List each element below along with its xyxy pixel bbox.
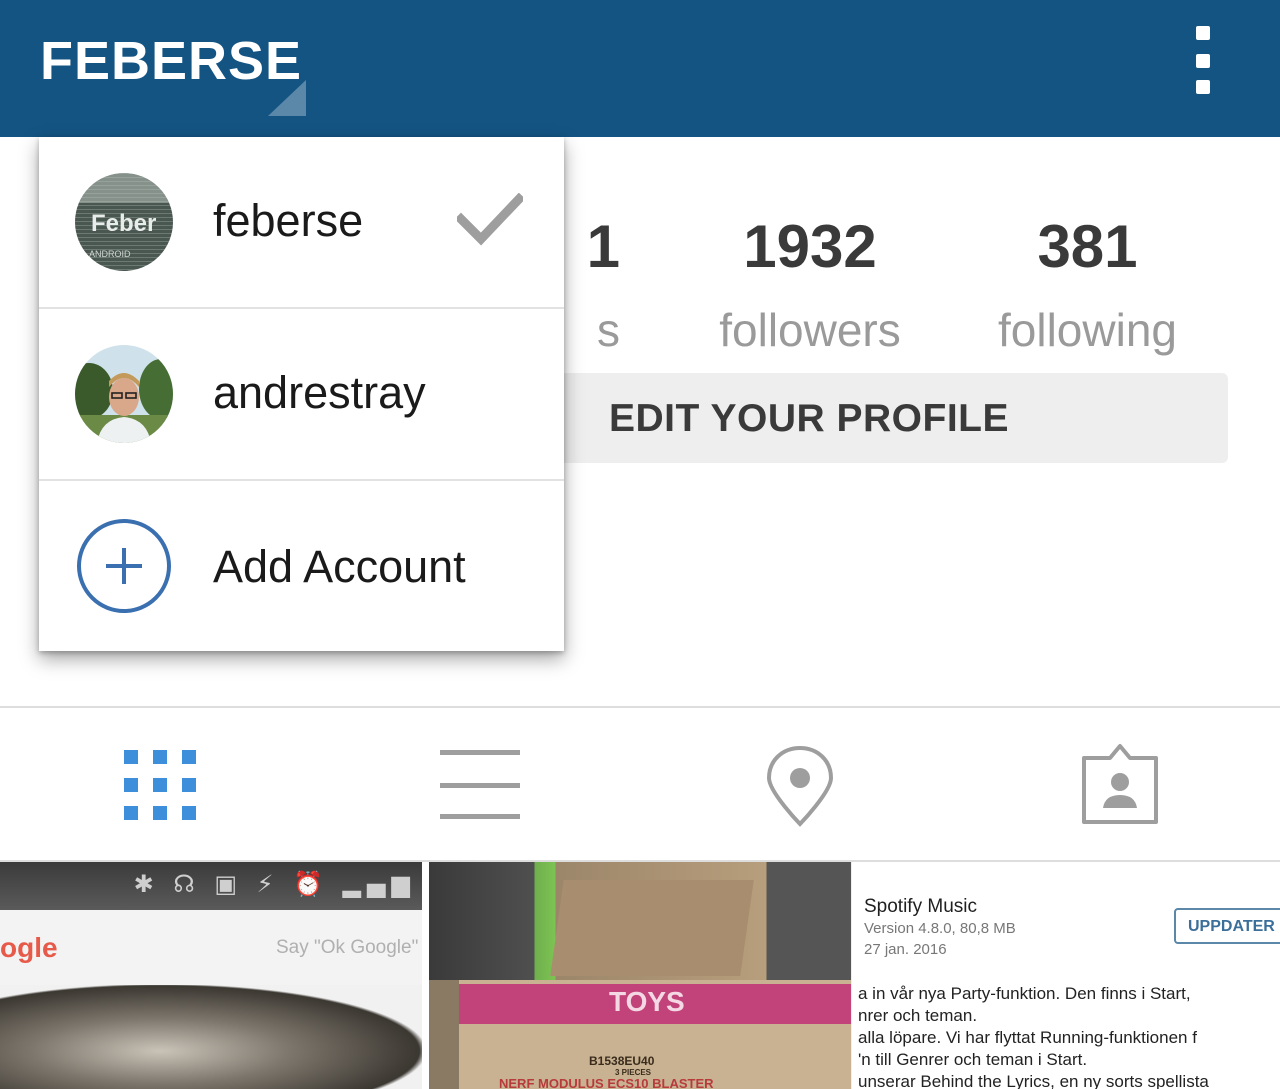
top-app-bar: FEBERSE bbox=[0, 0, 1280, 137]
check-icon bbox=[454, 192, 526, 252]
following-stat[interactable]: 381 following bbox=[975, 212, 1200, 357]
status-icons: ✱ ☊ ▣ ⚡ ⏰ ▂▄▆ bbox=[133, 870, 416, 898]
feber-logo-avatar: Feber ANDROID bbox=[75, 173, 173, 271]
dropdown-indicator-icon[interactable] bbox=[268, 80, 306, 116]
account-switcher-menu: Feber ANDROID feberse andrestray Add Acc… bbox=[39, 137, 564, 651]
box-product-name: NERF MODULUS ECS10 BLASTER bbox=[499, 1076, 714, 1089]
status-bar-image: ✱ ☊ ▣ ⚡ ⏰ ▂▄▆ bbox=[0, 862, 422, 910]
followers-label: followers bbox=[719, 304, 901, 356]
post-thumbnail[interactable]: Spotify Music Version 4.8.0, 80,8 MB 27 … bbox=[851, 862, 1280, 1089]
box-label: TOYS bbox=[609, 986, 685, 1017]
tab-list[interactable] bbox=[436, 740, 526, 830]
edit-profile-button[interactable]: EDIT YOUR PROFILE bbox=[560, 373, 1228, 463]
box-flap-image bbox=[550, 880, 754, 976]
list-icon bbox=[440, 750, 520, 819]
changelog-line: unserar Behind the Lyrics, en ny sorts s… bbox=[858, 1072, 1209, 1089]
add-account-item[interactable]: Add Account bbox=[39, 481, 564, 652]
add-account-label: Add Account bbox=[213, 541, 466, 592]
account-item-andrestray[interactable]: andrestray bbox=[39, 309, 564, 480]
svg-text:ANDROID: ANDROID bbox=[89, 249, 131, 259]
game-artwork-image bbox=[0, 985, 422, 1089]
overflow-menu-icon[interactable] bbox=[1186, 24, 1220, 100]
changelog-line: 'n till Genrer och teman i Start. bbox=[858, 1050, 1088, 1069]
box-code: B1538EU40 bbox=[589, 1054, 655, 1068]
account-username: feberse bbox=[213, 195, 364, 246]
tagged-person-icon bbox=[1082, 744, 1158, 824]
post-thumbnail[interactable]: ✱ ☊ ▣ ⚡ ⏰ ▂▄▆ ogle Say "Ok Google" bbox=[0, 862, 422, 1089]
app-version: Version 4.8.0, 80,8 MB bbox=[864, 920, 1016, 937]
following-count: 381 bbox=[1037, 213, 1138, 280]
app-date: 27 jan. 2016 bbox=[864, 941, 947, 958]
post-thumbnail[interactable]: TOYS B1538EU40 3 PIECES NERF MODULUS ECS… bbox=[429, 862, 851, 1089]
location-pin-icon bbox=[766, 745, 834, 827]
tab-grid[interactable] bbox=[118, 740, 208, 830]
account-username: andrestray bbox=[213, 367, 426, 418]
tab-tagged[interactable] bbox=[1075, 740, 1165, 830]
app-name: Spotify Music bbox=[864, 896, 977, 917]
update-button: UPPDATER bbox=[1174, 908, 1280, 944]
plus-circle-icon bbox=[75, 517, 173, 615]
edit-profile-label: EDIT YOUR PROFILE bbox=[609, 397, 1009, 440]
app-root: FEBERSE 1 s 1932 followers 381 following… bbox=[0, 0, 1280, 1089]
following-label: following bbox=[998, 304, 1177, 356]
user-photo-avatar bbox=[75, 345, 173, 443]
changelog-line: nrer och teman. bbox=[858, 1006, 978, 1025]
changelog-line: alla löpare. Vi har flyttat Running-funk… bbox=[858, 1028, 1197, 1047]
changelog-line: a in vår nya Party-funktion. Den finns i… bbox=[858, 984, 1191, 1003]
tab-bar-divider bbox=[0, 706, 1280, 708]
followers-count: 1932 bbox=[743, 213, 877, 280]
followers-stat[interactable]: 1932 followers bbox=[690, 212, 930, 357]
account-title[interactable]: FEBERSE bbox=[40, 30, 302, 92]
account-item-feberse[interactable]: Feber ANDROID feberse bbox=[39, 137, 564, 308]
say-ok-google-text: Say "Ok Google" bbox=[276, 937, 419, 958]
grid-icon bbox=[124, 750, 196, 820]
google-logo-text: ogle bbox=[0, 932, 58, 963]
tab-location[interactable] bbox=[755, 740, 845, 830]
svg-text:Feber: Feber bbox=[91, 210, 156, 237]
